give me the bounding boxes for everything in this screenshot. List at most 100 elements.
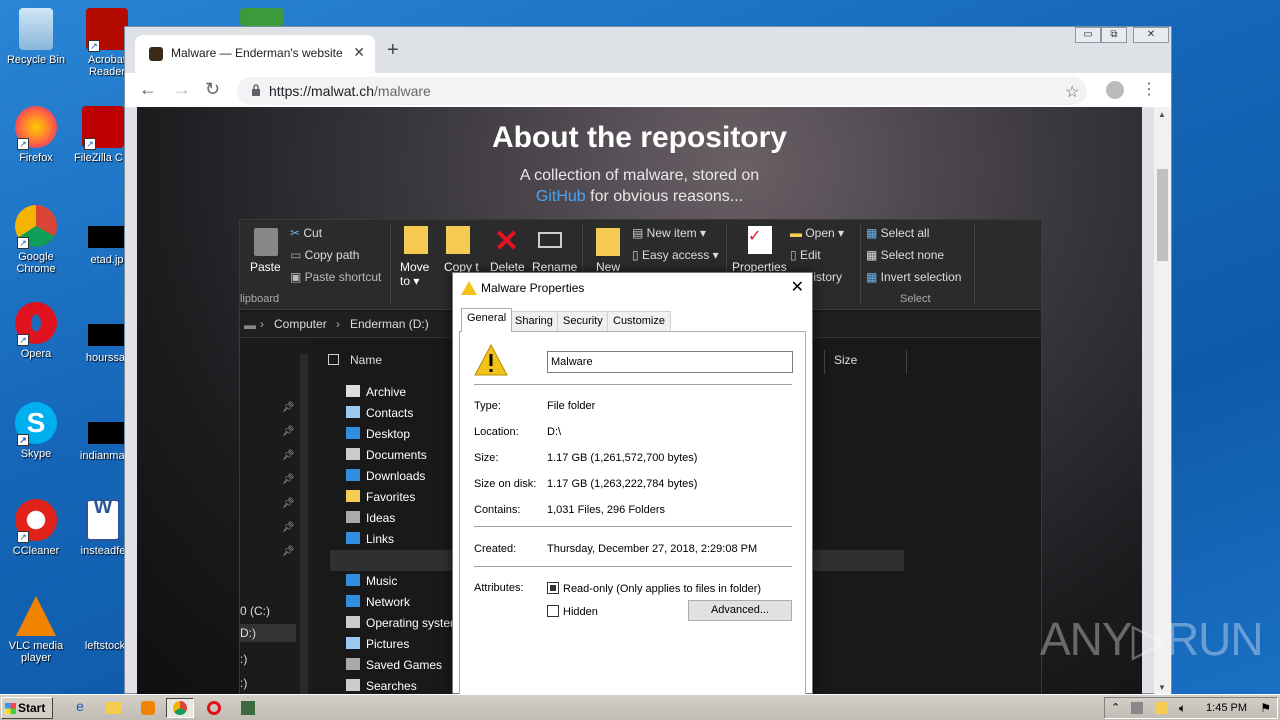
folder-row-archive[interactable]: Archive <box>346 382 406 403</box>
github-link[interactable]: GitHub <box>536 188 586 205</box>
hidden-checkbox[interactable] <box>547 605 559 617</box>
desktop-icon-skype[interactable]: S ↗ Skype <box>1 402 71 460</box>
column-header-name[interactable]: Name <box>350 353 382 367</box>
maximize-button[interactable]: ⧉ <box>1101 27 1127 43</box>
new-item-button[interactable]: ▤ New item ▾ <box>632 226 706 240</box>
url-text: https://malwat.ch/malware <box>269 83 431 99</box>
folder-name-input[interactable] <box>547 351 793 373</box>
network-icon[interactable] <box>1131 702 1143 714</box>
tab-general[interactable]: General <box>461 308 513 332</box>
folder-row-contacts[interactable]: Contacts <box>346 403 413 424</box>
bookmark-star-icon[interactable]: ☆ <box>1065 82 1079 102</box>
copy-path-icon: ▭ <box>290 248 305 262</box>
start-button[interactable]: Start <box>1 697 53 719</box>
browser-menu-icon[interactable]: ⋮ <box>1141 79 1157 99</box>
folder-row-saved-games[interactable]: Saved Games <box>346 655 442 676</box>
invert-selection-button[interactable]: ▦ Invert selection <box>866 270 961 284</box>
dialog-close-button[interactable]: ✕ <box>791 277 804 297</box>
easy-access-button[interactable]: ▯ Easy access ▾ <box>632 248 719 262</box>
minimize-button[interactable]: ▭ <box>1075 27 1101 43</box>
paste-shortcut-button[interactable]: ▣ Paste shortcut <box>290 270 381 284</box>
desktop-icon-recycle-bin[interactable]: Recycle Bin <box>1 8 71 66</box>
folder-row-music[interactable]: Music <box>346 571 397 592</box>
folder-row-operating-syster[interactable]: Operating syster <box>346 613 454 634</box>
desktop-icon-label: Opera <box>20 348 52 360</box>
chrome-taskbar-icon[interactable] <box>166 698 194 718</box>
shortcut-arrow-icon: ↗ <box>17 138 29 150</box>
forward-button[interactable]: → <box>173 79 191 100</box>
pin-icon: 📌︎ <box>282 402 295 413</box>
tab-sharing[interactable]: Sharing <box>509 311 559 331</box>
breadcrumb-chevron-icon: › <box>260 317 264 331</box>
folder-row-favorites[interactable]: Favorites <box>346 487 415 508</box>
scroll-thumb[interactable] <box>1157 169 1168 261</box>
media-player-icon[interactable] <box>134 698 162 718</box>
app-icon[interactable] <box>240 8 284 26</box>
clipboard-group-label: lipboard <box>240 293 280 305</box>
app-taskbar-icon[interactable] <box>234 698 262 718</box>
desktop-icon-opera[interactable]: ↗ Opera <box>1 302 71 360</box>
ie-icon[interactable]: e <box>66 698 94 718</box>
tray-folder-icon[interactable] <box>1155 702 1167 714</box>
back-button[interactable]: ← <box>139 79 157 100</box>
new-tab-button[interactable]: + <box>387 39 399 62</box>
scroll-down-icon[interactable]: ▼ <box>1158 683 1166 692</box>
tab-customize[interactable]: Customize <box>607 311 671 331</box>
reload-button[interactable]: ↻ <box>205 79 220 100</box>
opera-taskbar-icon[interactable] <box>200 698 228 718</box>
copy-path-button[interactable]: ▭ Copy path <box>290 248 359 262</box>
select-all-button[interactable]: ▦ Select all <box>866 226 929 240</box>
volume-icon[interactable]: 🔈︎ <box>1179 701 1186 716</box>
shortcut-arrow-icon: ↗ <box>88 40 100 52</box>
tab-close-button[interactable]: ✕ <box>353 44 365 61</box>
tab-security[interactable]: Security <box>557 311 609 331</box>
nav-drive[interactable]: :) <box>240 652 247 666</box>
folder-row-links[interactable]: Links <box>346 529 394 550</box>
profile-avatar[interactable] <box>1106 81 1124 99</box>
paste-button[interactable]: Paste <box>250 260 281 274</box>
page-scrollbar[interactable]: ▲ ▼ <box>1154 107 1171 695</box>
breadcrumb-computer[interactable]: Computer <box>274 317 327 331</box>
explorer-icon[interactable] <box>100 698 128 718</box>
desktop-icon-label: Recycle Bin <box>6 54 66 66</box>
nav-drive[interactable]: :) <box>240 676 247 690</box>
folder-row-documents[interactable]: Documents <box>346 445 427 466</box>
nav-scrollbar[interactable] <box>300 354 308 694</box>
pin-icon: 📌︎ <box>282 426 295 437</box>
folder-row-searches[interactable]: Searches <box>346 676 417 695</box>
cut-button[interactable]: ✂ Cut <box>290 226 322 240</box>
folder-row-ideas[interactable]: Ideas <box>346 508 395 529</box>
folder-row-desktop[interactable]: Desktop <box>346 424 410 445</box>
nav-drive-d[interactable]: D:) <box>240 624 296 642</box>
tab-malware[interactable]: Malware — Enderman's website ✕ <box>135 35 375 73</box>
close-window-button[interactable]: ✕ <box>1133 27 1169 43</box>
address-bar[interactable]: https://malwat.ch/malware <box>237 77 1087 105</box>
breadcrumb-drive[interactable]: Enderman (D:) <box>350 317 429 331</box>
select-all-checkbox[interactable] <box>328 354 339 365</box>
column-header-size[interactable]: Size <box>834 353 857 367</box>
folder-row-pictures[interactable]: Pictures <box>346 634 409 655</box>
readonly-checkbox[interactable] <box>547 582 559 594</box>
scroll-up-icon[interactable]: ▲ <box>1158 110 1166 119</box>
advanced-button[interactable]: Advanced... <box>688 600 792 621</box>
desktop-icon-vlc[interactable]: VLC media player <box>1 596 71 664</box>
folder-row-downloads[interactable]: Downloads <box>346 466 425 487</box>
hidden-label: Hidden <box>563 606 598 618</box>
edit-button[interactable]: ▯ Edit <box>790 248 821 262</box>
shortcut-arrow-icon: ↗ <box>17 334 29 346</box>
properties-icon: ✓ <box>748 226 772 254</box>
tray-expand-icon[interactable]: ⌃ <box>1111 701 1120 714</box>
select-none-button[interactable]: ▦ Select none <box>866 248 944 262</box>
nav-drive-c[interactable]: 0 (C:) <box>240 604 270 618</box>
open-button[interactable]: ▬ Open ▾ <box>790 226 844 240</box>
desktop-icon-chrome[interactable]: ↗ Google Chrome <box>1 205 71 275</box>
warning-icon <box>461 281 477 295</box>
scissors-icon: ✂ <box>290 226 304 240</box>
select-none-icon: ▦ <box>866 248 881 262</box>
move-to-button[interactable]: Move to ▾ <box>400 260 434 288</box>
action-center-flag-icon[interactable]: ⚑ <box>1260 701 1271 715</box>
clock[interactable]: 1:45 PM <box>1206 702 1247 714</box>
desktop-icon-firefox[interactable]: ↗ Firefox <box>1 106 71 164</box>
desktop-icon-ccleaner[interactable]: ↗ CCleaner <box>1 499 71 557</box>
folder-row-network[interactable]: Network <box>346 592 410 613</box>
